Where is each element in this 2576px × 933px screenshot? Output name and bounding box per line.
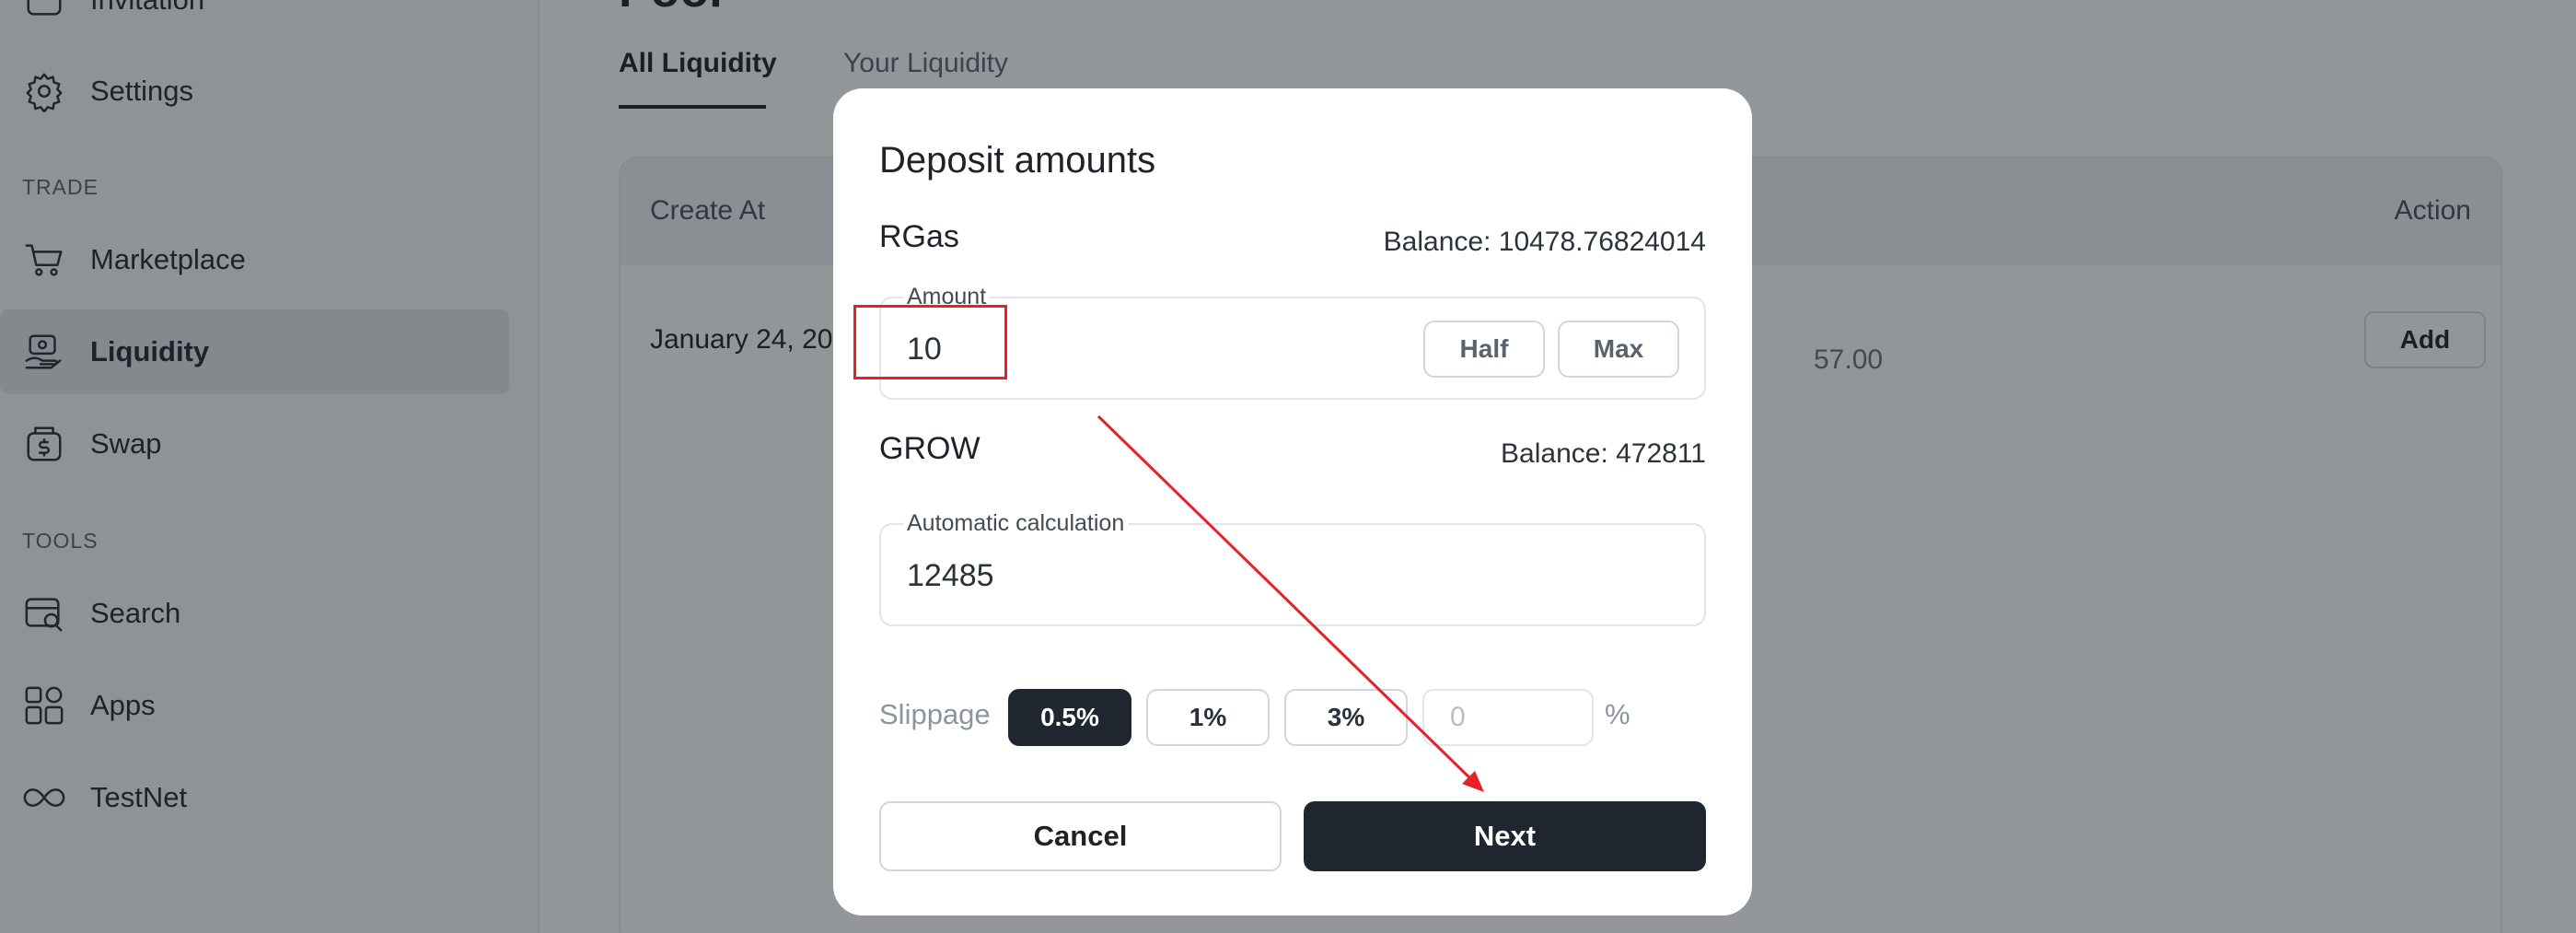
cancel-button[interactable]: Cancel [879,801,1282,871]
max-button[interactable]: Max [1558,321,1679,378]
automatic-calculation-field[interactable]: Automatic calculation 12485 [879,510,1706,626]
token1-name: RGas [879,219,959,254]
token2-balance: Balance: 472811 [1501,438,1706,469]
half-button[interactable]: Half [1423,321,1545,378]
percent-suffix: % [1605,698,1630,730]
automatic-calculation-value: 12485 [907,558,994,593]
modal-title: Deposit amounts [879,140,1156,181]
automatic-calculation-label: Automatic calculation [903,510,1129,537]
slippage-option-3[interactable]: 3% [1284,689,1408,746]
next-button[interactable]: Next [1304,801,1706,871]
slippage-option-0-5[interactable]: 0.5% [1008,689,1131,746]
highlight-box [853,305,1007,379]
slippage-label: Slippage [879,698,991,730]
deposit-amounts-modal: Deposit amounts RGas Balance: 10478.7682… [833,88,1752,916]
slippage-option-1[interactable]: 1% [1146,689,1270,746]
custom-slippage-input[interactable]: 0 [1422,689,1594,746]
token1-balance: Balance: 10478.76824014 [1383,227,1706,257]
token2-name: GROW [879,431,981,466]
